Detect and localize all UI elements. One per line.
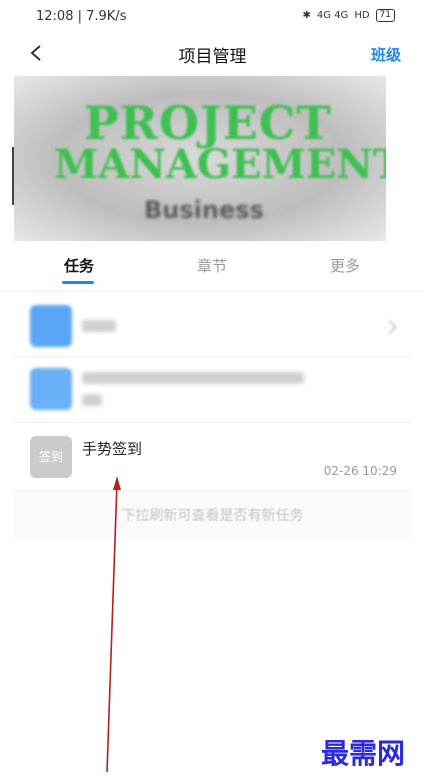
course-banner: PROJECT MANAGEMENT Business [14, 76, 386, 241]
tab-bar: 任务 章节 更多 [0, 243, 425, 291]
task-item-blurred-2[interactable] [14, 356, 411, 423]
tab-more[interactable]: 更多 [330, 255, 360, 276]
banner-text-business: Business [144, 196, 264, 224]
chat-icon [30, 305, 72, 347]
status-icons: ✱ 4G 4G HD 71 [303, 9, 395, 22]
task-icon [30, 368, 72, 410]
divider [0, 291, 425, 292]
page-title: 项目管理 [178, 47, 247, 67]
tab-chapters[interactable]: 章节 [197, 255, 227, 276]
battery-icon: 71 [375, 9, 395, 22]
blurred-text [82, 320, 116, 332]
tab-active-indicator [62, 281, 94, 284]
status-bar: 12:08 | 7.9K/s ✱ 4G 4G HD 71 [0, 0, 425, 34]
hd-icon: HD [354, 10, 370, 21]
bluetooth-icon: ✱ [302, 10, 311, 21]
tab-tasks[interactable]: 任务 [64, 255, 94, 276]
task-time: 02-26 10:29 [323, 464, 397, 478]
nav-bar: 项目管理 班级 [0, 34, 425, 74]
task-item-checkin[interactable]: 签到 手势签到 02-26 10:29 [14, 424, 411, 491]
task-item-blurred-1[interactable] [14, 296, 411, 357]
watermark-logo: 最需网 [320, 737, 405, 770]
status-time: 12:08 | 7.9K/s [36, 9, 127, 24]
pull-refresh-hint: 下拉刷新可查看是否有新任务 [121, 508, 304, 524]
blurred-text [82, 372, 304, 384]
signal-icon: 4G 4G [316, 10, 349, 21]
chevron-right-icon [382, 319, 398, 335]
task-title: 手势签到 [82, 440, 143, 458]
checkin-icon: 签到 [30, 436, 72, 478]
blurred-text [82, 394, 102, 406]
banner-text-management: MANAGEMENT [54, 141, 386, 188]
class-button[interactable]: 班级 [371, 44, 401, 65]
